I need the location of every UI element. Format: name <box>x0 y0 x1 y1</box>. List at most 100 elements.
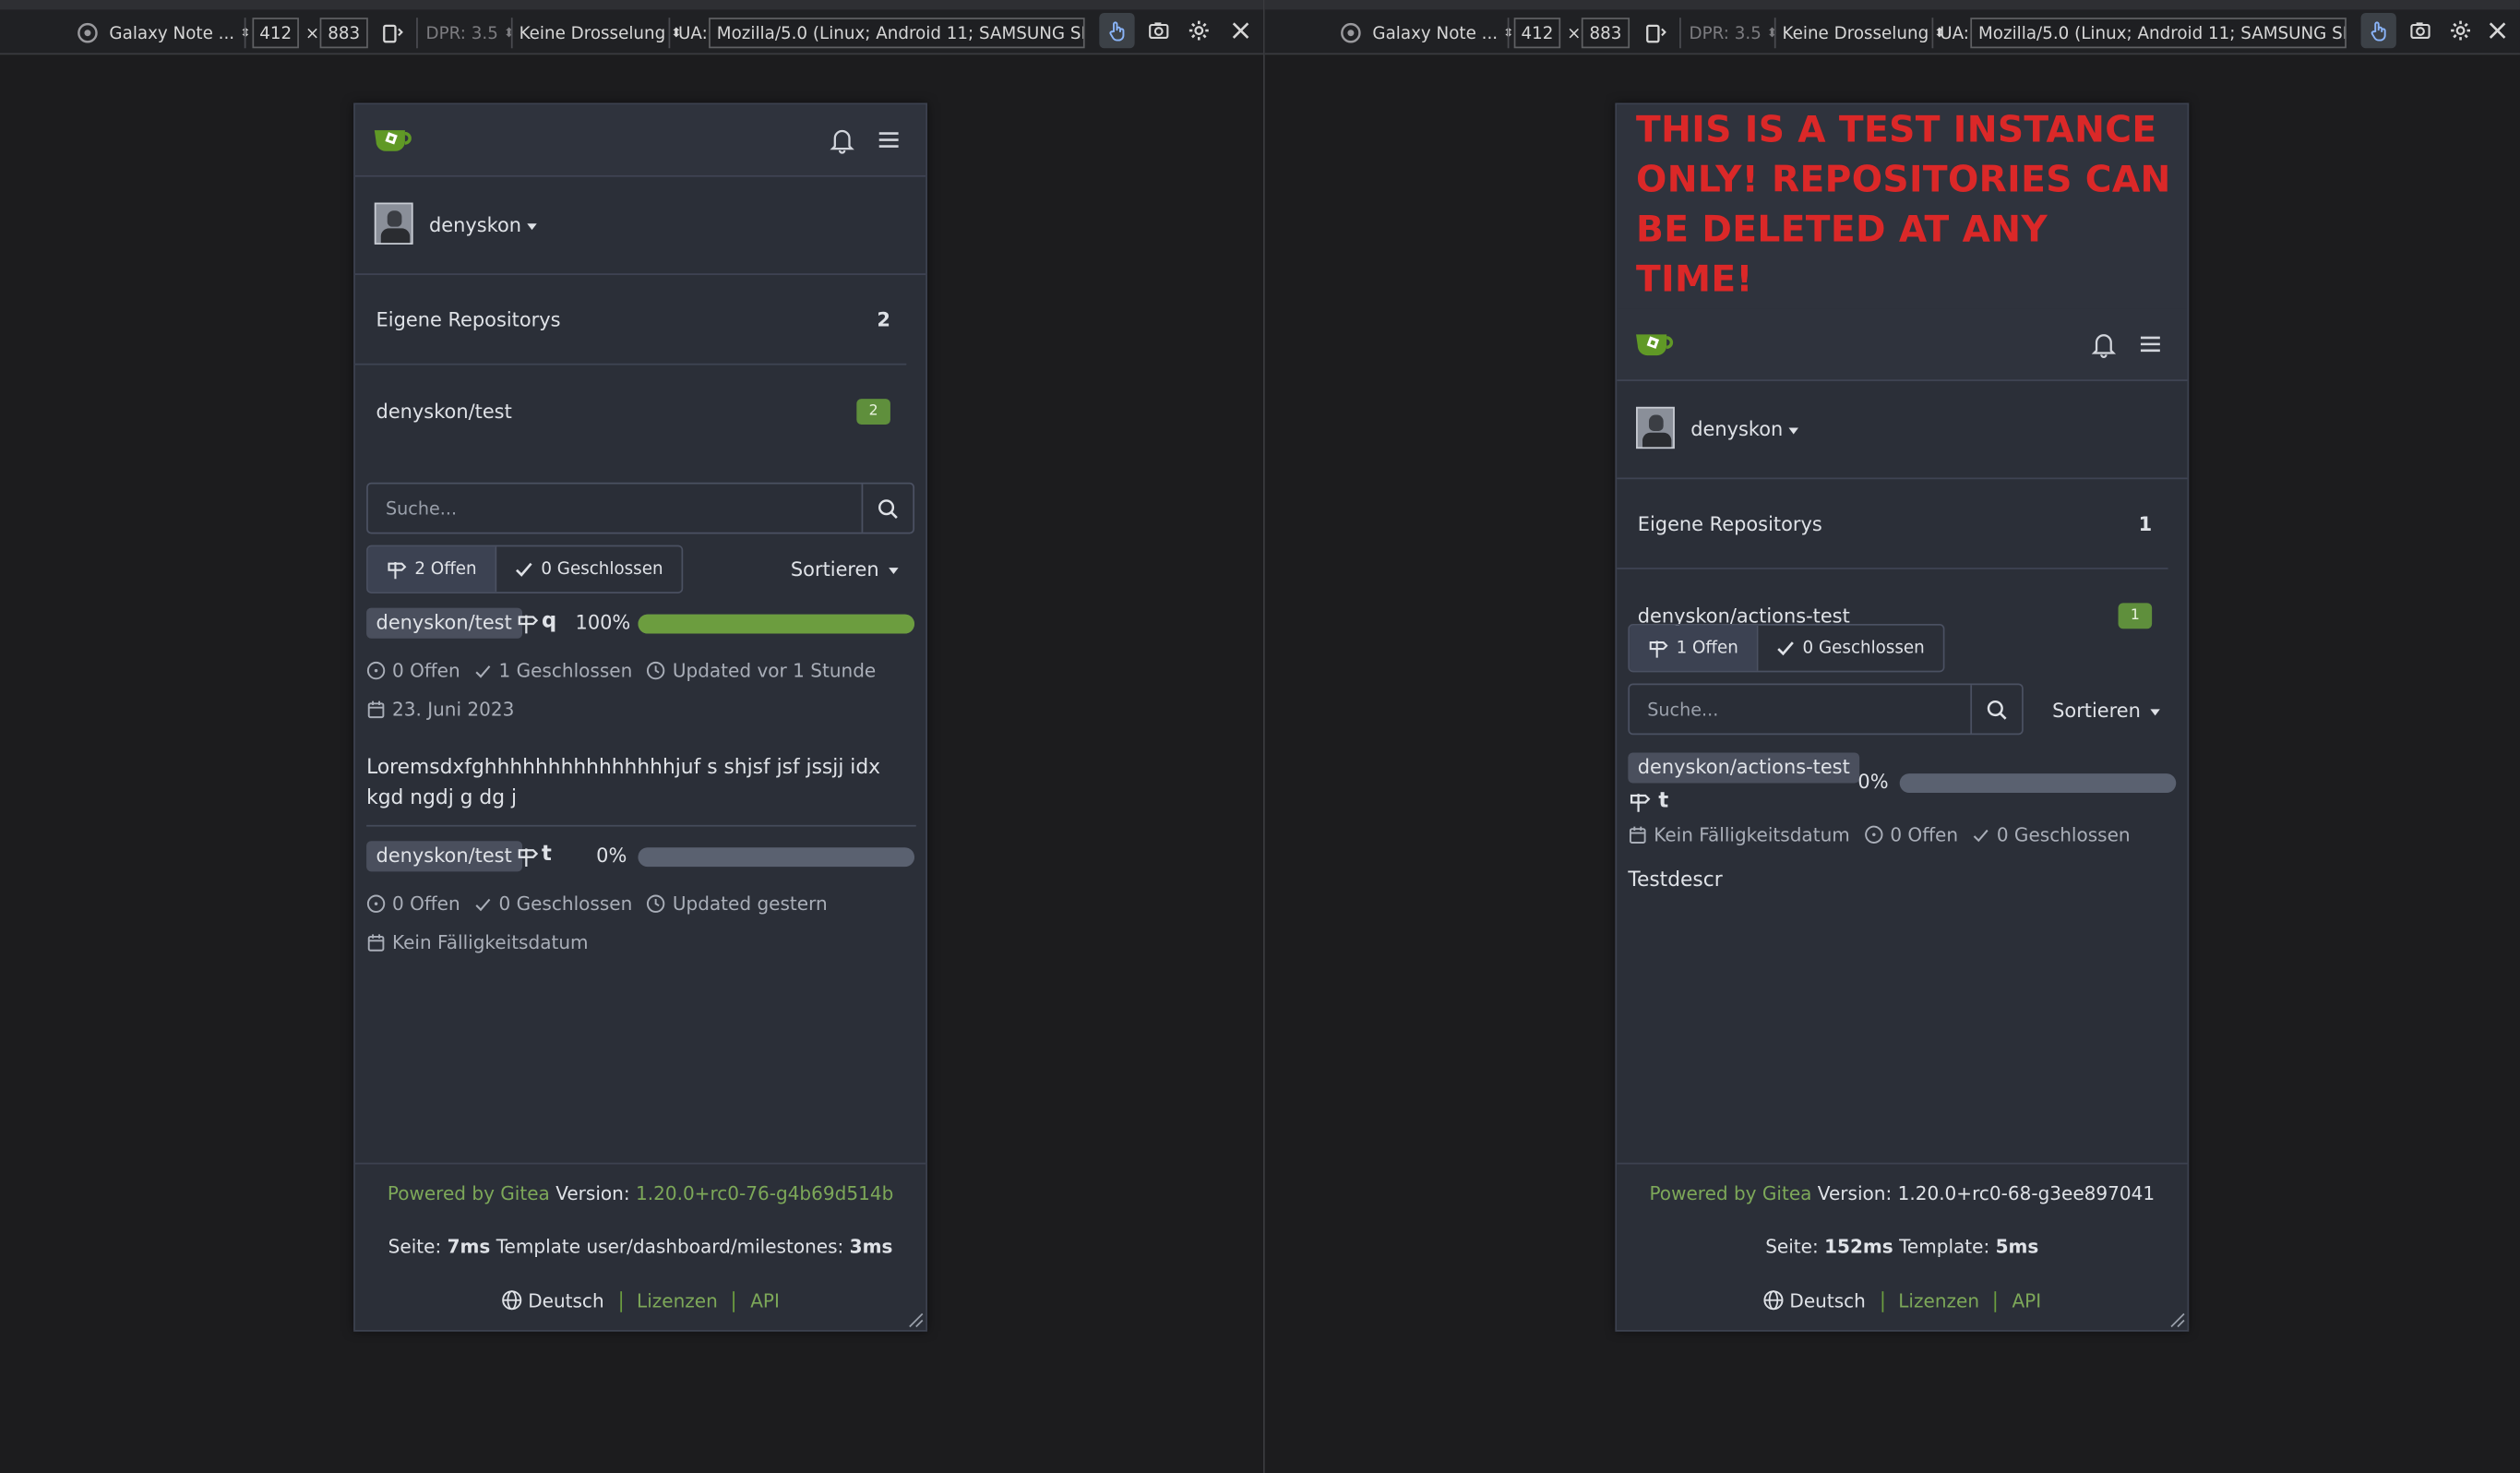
gitea-logo-icon[interactable] <box>373 122 414 154</box>
notifications-bell-icon[interactable] <box>2089 329 2118 358</box>
repo-item-badge: 2 <box>856 399 890 425</box>
dpr-select[interactable]: DPR: 3.5 ⬍ <box>1690 18 1778 48</box>
rotate-icon[interactable] <box>1644 18 1666 48</box>
search-input[interactable]: Suche... <box>368 484 862 532</box>
height-input[interactable]: 883 <box>1581 18 1630 49</box>
open-count[interactable]: 0 Offen <box>392 659 460 681</box>
milestone-name[interactable]: t <box>1658 790 1668 814</box>
phone-viewport: THIS IS A TEST INSTANCE ONLY! REPOSITORI… <box>1615 102 2190 1332</box>
due-date: Kein Fälligkeitsdatum <box>391 930 589 954</box>
device-select[interactable]: Galaxy Note ... ⬍ <box>1372 18 1513 48</box>
milestone-name[interactable]: q <box>542 609 556 633</box>
api-link[interactable]: API <box>750 1289 780 1311</box>
resize-handle-icon[interactable] <box>2169 1312 2185 1328</box>
milestone-percent: 100% <box>575 611 631 634</box>
milestone-meta: 0 Offen 0 Geschlossen Updated gestern <box>366 892 916 915</box>
search-box: Suche... <box>366 482 915 534</box>
closed-filter-button[interactable]: 0 Geschlossen <box>494 546 681 593</box>
ua-input[interactable]: Mozilla/5.0 (Linux; Android 11; SAMSUNG … <box>709 18 1085 49</box>
check-icon <box>476 665 491 677</box>
phone-viewport: denyskon Eigene Repositorys 2 denyskon/t… <box>353 102 927 1332</box>
close-icon[interactable] <box>2479 12 2514 47</box>
menu-hamburger-icon[interactable] <box>874 126 902 154</box>
settings-gear-icon[interactable] <box>2442 12 2478 47</box>
closed-count[interactable]: 0 Geschlossen <box>1997 823 2131 845</box>
closed-count[interactable]: 1 Geschlossen <box>498 659 632 681</box>
throttle-select[interactable]: Keine Drosselung ⬍ <box>520 18 682 48</box>
repo-item-label: denyskon/test <box>376 400 512 424</box>
milestone-header: denyskon/test t 0% <box>366 841 916 873</box>
powered-by-link[interactable]: Powered by Gitea <box>388 1182 550 1204</box>
template-time: 3ms <box>849 1235 893 1258</box>
language-menu[interactable]: Deutsch <box>501 1289 610 1312</box>
milestone-repo-tag[interactable]: denyskon/test <box>366 841 522 872</box>
width-input[interactable]: 412 <box>1513 18 1561 49</box>
open-count[interactable]: 0 Offen <box>392 892 460 915</box>
username-dropdown[interactable]: denyskon <box>429 214 538 236</box>
closed-count[interactable]: 0 Geschlossen <box>498 892 632 915</box>
divider <box>366 824 916 827</box>
milestone-icon <box>388 561 407 579</box>
context-user-switch[interactable]: denyskon <box>1617 381 2188 480</box>
throttle-select[interactable]: Keine Drosselung ⬍ <box>1783 18 1945 48</box>
milestone-icon <box>1649 640 1668 657</box>
powered-by-link[interactable]: Powered by Gitea <box>1649 1182 1811 1204</box>
milestone-repo-tag[interactable]: denyskon/actions-test <box>1628 752 1860 784</box>
repo-header: Eigene Repositorys 1 <box>1617 479 2168 569</box>
touch-simulation-icon[interactable] <box>1099 12 1135 48</box>
dpr-select[interactable]: DPR: 3.5 ⬍ <box>426 18 515 48</box>
footer: Powered by Gitea Version: 1.20.0+rc0-68-… <box>1617 1162 2188 1330</box>
rotate-icon[interactable] <box>381 18 403 48</box>
repo-header-label: Eigene Repositorys <box>376 308 561 331</box>
milestone-name[interactable]: t <box>542 843 552 867</box>
licenses-link[interactable]: Lizenzen <box>637 1289 718 1311</box>
sort-dropdown[interactable]: Sortieren <box>791 558 899 581</box>
api-link[interactable]: API <box>2012 1289 2041 1311</box>
progress-bar <box>638 614 915 634</box>
ua-input[interactable]: Mozilla/5.0 (Linux; Android 11; SAMSUNG … <box>1970 18 2347 49</box>
device-select[interactable]: Galaxy Note ... ⬍ <box>109 18 250 48</box>
template-time: 5ms <box>1995 1235 2039 1258</box>
screenshot-icon[interactable] <box>1141 12 1176 47</box>
issue-open-icon <box>1865 825 1883 844</box>
notifications-bell-icon[interactable] <box>828 126 856 154</box>
check-icon <box>476 897 491 911</box>
milestone-icon <box>518 848 539 868</box>
times-sign: × <box>305 23 320 43</box>
ua-label: UA: <box>1940 23 1969 43</box>
open-filter-button[interactable]: 1 Offen <box>1630 625 1757 671</box>
gitea-logo-icon[interactable] <box>1634 327 1676 359</box>
licenses-link[interactable]: Lizenzen <box>1898 1289 1979 1311</box>
caret-down-icon <box>1789 426 1799 434</box>
search-input[interactable]: Suche... <box>1630 685 1970 733</box>
milestone-repo-tag[interactable]: denyskon/test <box>366 607 522 639</box>
language-menu[interactable]: Deutsch <box>1762 1289 1871 1312</box>
repo-filter-item[interactable]: denyskon/test 2 <box>355 365 926 457</box>
sort-dropdown[interactable]: Sortieren <box>2052 700 2160 722</box>
footer: Powered by Gitea Version: 1.20.0+rc0-76-… <box>354 1162 926 1330</box>
height-input[interactable]: 883 <box>319 18 368 49</box>
search-button[interactable] <box>861 484 914 533</box>
template-label: Template: <box>1899 1235 1990 1258</box>
milestone-description: Testdescr <box>1628 867 1723 892</box>
width-input[interactable]: 412 <box>252 18 299 49</box>
page-time-label: Seite: <box>1765 1235 1819 1258</box>
due-date: Kein Fälligkeitsdatum <box>1654 823 1850 846</box>
milestone-description: Loremsdxfghhhhhhhhhhhhhhhjuf s shjsf jsf… <box>366 754 881 809</box>
open-filter-button[interactable]: 2 Offen <box>367 546 495 593</box>
template-label: Template user/dashboard/milestones: <box>496 1235 844 1258</box>
screenshot-icon[interactable] <box>2403 12 2438 47</box>
settings-gear-icon[interactable] <box>1181 12 1216 47</box>
navbar <box>354 104 926 177</box>
close-icon[interactable] <box>1223 12 1258 47</box>
username-dropdown[interactable]: denyskon <box>1690 418 1799 440</box>
search-button[interactable] <box>1970 685 2022 734</box>
resize-handle-icon[interactable] <box>908 1312 924 1328</box>
open-count[interactable]: 0 Offen <box>1890 823 1958 845</box>
touch-simulation-icon[interactable] <box>2360 12 2396 48</box>
version-value: 1.20.0+rc0-76-g4b69d514b <box>635 1181 894 1205</box>
repo-count: 2 <box>877 308 890 331</box>
menu-hamburger-icon[interactable] <box>2136 329 2165 358</box>
closed-filter-button[interactable]: 0 Geschlossen <box>1756 625 1942 671</box>
context-user-switch[interactable]: denyskon <box>354 177 926 275</box>
